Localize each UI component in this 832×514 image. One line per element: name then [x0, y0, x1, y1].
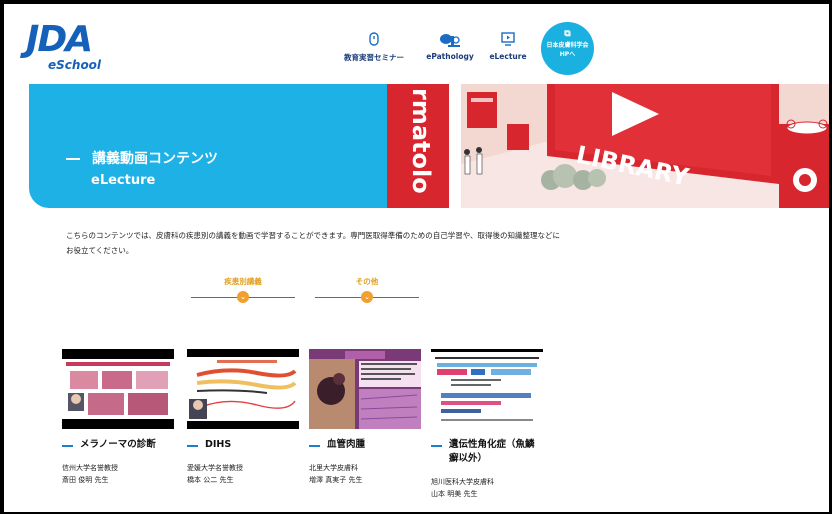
hero-side-text: rmatolo: [407, 88, 435, 194]
jda-eschool-logo[interactable]: JDA eSchool: [26, 19, 116, 73]
tab-other[interactable]: その他 ⌄: [315, 276, 419, 303]
lecture-title: 血管肉腫: [309, 438, 421, 452]
seminar-icon: [342, 32, 406, 48]
jda-homepage-label-1: 日本皮膚科学会: [546, 42, 589, 49]
lecture-thumbnail: [62, 349, 174, 429]
lecture-thumbnail: [431, 349, 543, 429]
lecturer-info: 旭川医科大学皮膚科 山本 明美 先生: [431, 476, 543, 500]
lecture-card-hereditary-keratosis[interactable]: 遺伝性角化症（魚鱗癬以外） 旭川医科大学皮膚科 山本 明美 先生: [431, 349, 543, 500]
lecturer-affiliation: 信州大学名誉教授: [62, 464, 118, 472]
monitor-icon: [484, 32, 532, 48]
jda-homepage-label-2: HPへ: [559, 51, 576, 58]
nav-electure[interactable]: eLecture: [484, 32, 532, 61]
lecturer-info: 信州大学名誉教授 斎田 俊明 先生: [62, 462, 174, 486]
microscope-icon: [420, 32, 480, 48]
lecture-title: DIHS: [187, 438, 299, 452]
lecturer-name: 山本 明美 先生: [431, 490, 478, 498]
lecturer-affiliation: 北里大学皮膚科: [309, 464, 358, 472]
chevron-down-icon: ⌄: [361, 291, 373, 303]
hero-banner: 講義動画コンテンツ eLecture: [29, 84, 399, 208]
lecturer-name: 増澤 真実子 先生: [309, 476, 363, 484]
hero-illustration: rmatolo LIBRARY: [387, 84, 829, 208]
logo-subtext: eSchool: [48, 58, 102, 72]
lecturer-name: 橋本 公二 先生: [187, 476, 234, 484]
logo-text: JDA: [26, 19, 93, 60]
nav-seminar-label: 教育実習セミナー: [344, 53, 404, 62]
external-link-icon: ⧉: [564, 29, 571, 39]
lecture-title: メラノーマの診断: [62, 438, 174, 452]
page-title: 講義動画コンテンツ: [66, 148, 218, 168]
tab-disease-lectures-label: 疾患別講義: [224, 277, 262, 286]
tab-disease-lectures[interactable]: 疾患別講義 ⌄: [191, 276, 295, 303]
jda-homepage-button[interactable]: ⧉ 日本皮膚科学会 HPへ: [541, 22, 594, 75]
lecturer-affiliation: 愛媛大学名誉教授: [187, 464, 243, 472]
lecture-card-melanoma[interactable]: メラノーマの診断 信州大学名誉教授 斎田 俊明 先生: [62, 349, 174, 486]
lecturer-name: 斎田 俊明 先生: [62, 476, 109, 484]
lecture-card-angiosarcoma[interactable]: 血管肉腫 北里大学皮膚科 増澤 真実子 先生: [309, 349, 421, 486]
lecturer-info: 愛媛大学名誉教授 橋本 公二 先生: [187, 462, 299, 486]
nav-epathology-label: ePathology: [426, 52, 474, 61]
chevron-down-icon: ⌄: [237, 291, 249, 303]
lecture-card-dihs[interactable]: DIHS 愛媛大学名誉教授 橋本 公二 先生: [187, 349, 299, 486]
lecture-title: 遺伝性角化症（魚鱗癬以外）: [431, 438, 543, 466]
page-title-text: 講義動画コンテンツ: [92, 151, 218, 167]
lecture-thumbnail: [309, 349, 421, 429]
nav-seminar[interactable]: 教育実習セミナー: [342, 32, 406, 63]
page: JDA eSchool 教育実習セミナー ePathology eLecture…: [4, 4, 829, 512]
lecture-thumbnail: [187, 349, 299, 429]
intro-text: こちらのコンテンツでは、皮膚科の疾患別の講義を動画で学習することができます。専門…: [66, 231, 561, 255]
page-subtitle: eLecture: [91, 173, 156, 188]
tab-other-label: その他: [355, 277, 379, 286]
nav-epathology[interactable]: ePathology: [420, 32, 480, 61]
nav-electure-label: eLecture: [489, 52, 527, 61]
lecturer-affiliation: 旭川医科大学皮膚科: [431, 478, 494, 486]
lecturer-info: 北里大学皮膚科 増澤 真実子 先生: [309, 462, 421, 486]
